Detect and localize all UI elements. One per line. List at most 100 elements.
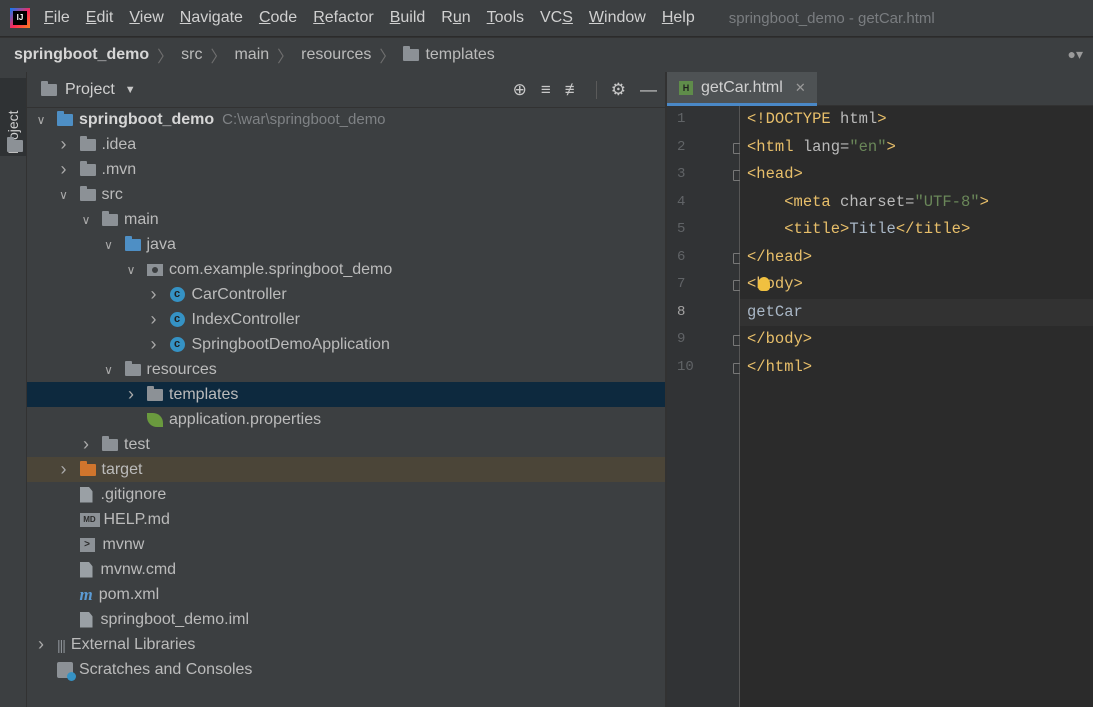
menu-item[interactable]: View — [129, 9, 163, 27]
code-line[interactable]: <body> — [740, 271, 1093, 299]
breadcrumb-item-main[interactable]: main — [234, 46, 269, 64]
tree-item[interactable]: ›mvnw.cmd — [27, 557, 665, 582]
tree-item-label: External Libraries — [70, 635, 196, 653]
file-icon — [79, 611, 93, 628]
code-token: html — [840, 110, 878, 128]
menu-mnemonic: E — [85, 9, 97, 26]
file-icon — [79, 561, 93, 578]
menu-item[interactable]: Window — [589, 9, 646, 27]
tree-item-label: Scratches and Consoles — [79, 660, 253, 678]
intention-bulb-icon[interactable] — [758, 277, 770, 291]
chevron-right-icon[interactable]: › — [148, 309, 160, 330]
menu-item[interactable]: File — [44, 9, 70, 27]
chevron-right-icon[interactable]: › — [80, 434, 92, 455]
line-number-text: 10 — [677, 358, 694, 375]
menu-item[interactable]: Navigate — [180, 9, 243, 27]
menu-mnemonic: S — [562, 9, 573, 26]
tree-item[interactable]: ∨ src — [27, 182, 665, 207]
breadcrumb-item-src[interactable]: src — [181, 46, 202, 64]
chevron-right-icon[interactable]: › — [58, 159, 70, 180]
chevron-right-icon[interactable]: › — [125, 384, 137, 405]
menu-item[interactable]: Edit — [86, 9, 114, 27]
tree-item[interactable]: › test — [27, 432, 665, 457]
tree-item[interactable]: ›Scratches and Consoles — [27, 657, 665, 682]
tree-item[interactable]: › templates — [27, 382, 665, 407]
tree-item[interactable]: › c CarController — [27, 282, 665, 307]
tree-item-label: test — [124, 435, 150, 453]
code-line[interactable]: <html lang="en"> — [740, 134, 1093, 162]
code-line[interactable]: </body> — [740, 326, 1093, 354]
breadcrumb-item-templates[interactable]: templates — [403, 46, 495, 64]
tree-item[interactable]: ›mpom.xml — [27, 582, 665, 607]
menu-label-part: indow — [604, 9, 646, 26]
chevron-down-icon[interactable]: ∨ — [125, 263, 137, 277]
tree-item[interactable]: ∨ springboot_demo C:\war\springboot_demo — [27, 107, 665, 132]
code-line[interactable]: </head> — [740, 244, 1093, 272]
menu-bar: File Edit View Navigate Code Refactor Build Run… — [0, 0, 1093, 36]
tree-item[interactable]: ›application.properties — [27, 407, 665, 432]
tree-item[interactable]: › c IndexController — [27, 307, 665, 332]
chevron-down-icon[interactable]: ∨ — [103, 238, 115, 252]
line-number-text: 6 — [677, 248, 686, 265]
gear-icon[interactable]: ⚙ — [611, 80, 626, 100]
tree-item[interactable]: ›springboot_demo.iml — [27, 607, 665, 632]
chevron-right-icon[interactable]: › — [35, 634, 47, 655]
tree-item[interactable]: ›MDHELP.md — [27, 507, 665, 532]
tree-item-label: CarController — [191, 285, 287, 303]
line-number: 3 — [667, 161, 744, 189]
user-account-icon[interactable]: ●▾ — [1068, 46, 1083, 63]
code-line[interactable]: <head> — [740, 161, 1093, 189]
chevron-down-icon[interactable]: ∨ — [80, 213, 92, 227]
tree-item[interactable]: ∨ com.example.springboot_demo — [27, 257, 665, 282]
code-line[interactable]: <title>Title</title> — [740, 216, 1093, 244]
menu-item[interactable]: Refactor — [313, 9, 373, 27]
tree-item[interactable]: ›.gitignore — [27, 482, 665, 507]
toolbar-divider — [595, 81, 597, 99]
menu-item[interactable]: Build — [390, 9, 426, 27]
code-line[interactable]: <meta charset="UTF-8"> — [740, 189, 1093, 217]
line-number: 1 — [667, 106, 739, 134]
tree-item[interactable]: ∨ main — [27, 207, 665, 232]
locate-file-icon[interactable]: ⊕ — [513, 80, 527, 100]
project-view-selector[interactable]: Project ▼ — [41, 80, 136, 99]
chevron-down-icon[interactable]: ∨ — [58, 188, 70, 202]
menu-item[interactable]: Run — [441, 9, 470, 27]
chevron-down-icon[interactable]: ∨ — [35, 113, 47, 127]
chevron-right-icon[interactable]: › — [58, 134, 70, 155]
tab-getcar-html[interactable]: H getCar.html ✕ — [667, 72, 817, 106]
code-line[interactable]: </html> — [740, 354, 1093, 382]
chevron-right-icon[interactable]: › — [58, 459, 70, 480]
collapse-all-icon[interactable]: ≢ — [565, 80, 582, 100]
code-editor[interactable]: <!DOCTYPE html> <html lang="en"> <head> <m… — [740, 106, 1093, 707]
expand-all-icon[interactable]: ≡ — [541, 80, 551, 100]
breadcrumb-item-resources[interactable]: resources — [301, 46, 371, 64]
code-line[interactable]: <!DOCTYPE html> — [740, 106, 1093, 134]
tree-item[interactable]: › .mvn — [27, 157, 665, 182]
tree-item[interactable]: ∨ resources — [27, 357, 665, 382]
tree-item[interactable]: › .idea — [27, 132, 665, 157]
menu-item[interactable]: Code — [259, 9, 297, 27]
close-icon[interactable]: ✕ — [795, 80, 806, 96]
tree-item[interactable]: ›>mvnw — [27, 532, 665, 557]
line-number-text: 9 — [677, 331, 686, 347]
menu-item[interactable]: Tools — [487, 9, 524, 27]
menu-mnemonic: V — [129, 9, 140, 26]
chevron-right-icon[interactable]: › — [148, 284, 160, 305]
code-line[interactable]: getCar — [740, 298, 1093, 326]
chevron-down-icon[interactable]: ∨ — [103, 363, 115, 377]
minimize-icon[interactable]: — — [640, 80, 657, 100]
menu-item[interactable]: Help — [662, 9, 695, 27]
code-token: > — [979, 192, 989, 211]
breadcrumb-item-project[interactable]: springboot_demo — [14, 46, 149, 64]
markdown-file-icon: MD — [79, 512, 100, 527]
tree-item[interactable]: › ||| External Libraries — [27, 632, 665, 657]
tree-item[interactable]: ∨ java — [27, 232, 665, 257]
project-tool-tab[interactable]: Project — [0, 78, 26, 156]
menu-item[interactable]: VCS — [540, 9, 573, 27]
tree-item[interactable]: › c SpringbootDemoApplication — [27, 332, 665, 357]
tree-item[interactable]: › target — [27, 457, 665, 482]
menu-label-part: elp — [673, 9, 695, 26]
libraries-icon: ||| — [57, 636, 66, 653]
chevron-right-icon[interactable]: › — [148, 334, 160, 355]
